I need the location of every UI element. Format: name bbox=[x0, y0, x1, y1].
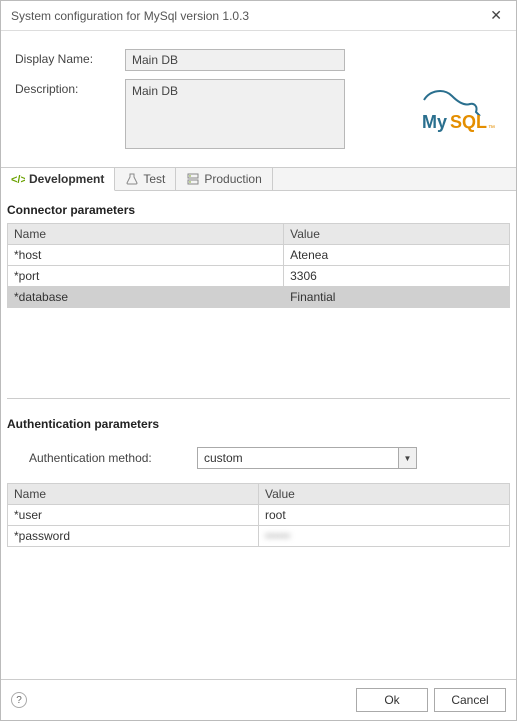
auth-col-name: Name bbox=[8, 484, 259, 505]
cell-name: *password bbox=[8, 526, 259, 547]
auth-col-value: Value bbox=[259, 484, 510, 505]
auth-table[interactable]: Name Value *user root *password •••••• bbox=[7, 483, 510, 547]
cell-value[interactable]: Finantial bbox=[284, 287, 510, 308]
cell-value[interactable]: •••••• bbox=[259, 526, 510, 547]
cell-name: *database bbox=[8, 287, 284, 308]
tab-development[interactable]: </> Development bbox=[1, 168, 115, 191]
tab-development-label: Development bbox=[29, 172, 104, 186]
auth-panel: Authentication parameters Authentication… bbox=[1, 405, 516, 547]
auth-method-row: Authentication method: custom ▼ bbox=[7, 437, 510, 483]
cell-name: *port bbox=[8, 266, 284, 287]
display-name-label: Display Name: bbox=[15, 49, 125, 66]
server-icon bbox=[186, 172, 200, 186]
tabs: </> Development Test Production bbox=[1, 167, 516, 191]
cell-name: *host bbox=[8, 245, 284, 266]
password-masked: •••••• bbox=[265, 529, 290, 543]
cell-name: *user bbox=[8, 505, 259, 526]
close-icon[interactable]: ✕ bbox=[486, 7, 506, 24]
table-row[interactable]: *password •••••• bbox=[8, 526, 510, 547]
auth-method-value: custom bbox=[198, 448, 398, 468]
ok-button[interactable]: Ok bbox=[356, 688, 428, 712]
cancel-button[interactable]: Cancel bbox=[434, 688, 506, 712]
table-row[interactable]: *user root bbox=[8, 505, 510, 526]
tab-production-label: Production bbox=[204, 172, 261, 186]
logo-sql: SQL bbox=[450, 112, 487, 132]
tab-production[interactable]: Production bbox=[176, 168, 272, 190]
content: Display Name: Description: Main DB My SQ… bbox=[1, 31, 516, 679]
cell-value[interactable]: 3306 bbox=[284, 266, 510, 287]
connector-title: Connector parameters bbox=[7, 199, 510, 223]
description-input[interactable]: Main DB bbox=[125, 79, 345, 149]
titlebar: System configuration for MySql version 1… bbox=[1, 1, 516, 31]
display-name-input[interactable] bbox=[125, 49, 345, 71]
connector-panel: Connector parameters Name Value *host At… bbox=[1, 191, 516, 405]
auth-title: Authentication parameters bbox=[7, 413, 510, 437]
table-row[interactable]: *host Atenea bbox=[8, 245, 510, 266]
svg-text:</>: </> bbox=[11, 174, 25, 186]
header-form: Display Name: Description: Main DB My SQ… bbox=[1, 31, 516, 167]
display-name-row: Display Name: bbox=[15, 49, 502, 71]
help-icon[interactable]: ? bbox=[11, 692, 27, 708]
cell-value[interactable]: Atenea bbox=[284, 245, 510, 266]
mysql-logo: My SQL ™ bbox=[418, 86, 496, 137]
code-icon: </> bbox=[11, 172, 25, 186]
footer: ? Ok Cancel bbox=[1, 679, 516, 720]
tab-test-label: Test bbox=[143, 172, 165, 186]
window-title: System configuration for MySql version 1… bbox=[11, 9, 249, 23]
svg-text:™: ™ bbox=[488, 125, 495, 132]
cell-value[interactable]: root bbox=[259, 505, 510, 526]
connector-col-name: Name bbox=[8, 224, 284, 245]
auth-method-label: Authentication method: bbox=[15, 451, 185, 465]
logo-my: My bbox=[422, 112, 447, 132]
connector-col-value: Value bbox=[284, 224, 510, 245]
connector-table[interactable]: Name Value *host Atenea *port 3306 *data… bbox=[7, 223, 510, 308]
table-row-selected[interactable]: *database Finantial bbox=[8, 287, 510, 308]
chevron-down-icon[interactable]: ▼ bbox=[398, 448, 416, 468]
description-label: Description: bbox=[15, 79, 125, 96]
table-row[interactable]: *port 3306 bbox=[8, 266, 510, 287]
flask-icon bbox=[125, 172, 139, 186]
auth-method-combo[interactable]: custom ▼ bbox=[197, 447, 417, 469]
tab-test[interactable]: Test bbox=[115, 168, 176, 190]
